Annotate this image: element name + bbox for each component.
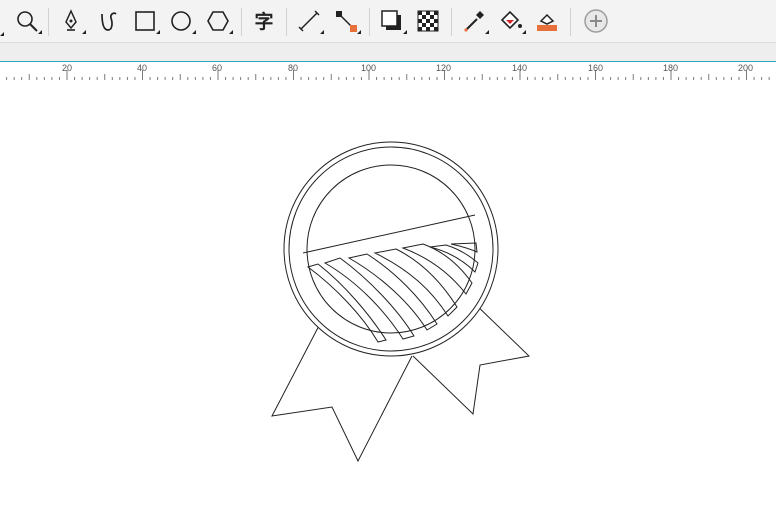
flyout-indicator	[320, 30, 324, 34]
toolbar-separator	[286, 8, 287, 36]
interactive-fill-tool[interactable]	[496, 6, 526, 36]
rectangle-tool[interactable]	[130, 6, 160, 36]
drop-shadow-tool[interactable]	[377, 6, 407, 36]
ruler-ticks	[6, 70, 770, 80]
ruler-label: 40	[137, 63, 148, 73]
dimension-tool[interactable]	[294, 6, 324, 36]
toolbar-separator	[451, 8, 452, 36]
add-tool-button[interactable]	[581, 6, 611, 36]
ruler-label: 180	[663, 63, 679, 73]
drawing-canvas[interactable]	[0, 80, 776, 500]
ruler-label: 100	[361, 63, 377, 73]
eyedropper-tool[interactable]	[459, 6, 489, 36]
flyout-indicator	[403, 30, 407, 34]
ruler-label: 200	[738, 63, 754, 73]
text-tool-glyph: 字	[254, 10, 273, 33]
curve-icon	[101, 12, 117, 31]
toolbox: 字	[0, 0, 776, 43]
connector-tool[interactable]	[331, 6, 361, 36]
ruler-label: 20	[62, 63, 73, 73]
award-badge-icon[interactable]	[0, 80, 776, 500]
flyout-indicator	[192, 30, 196, 34]
ruler-label: 60	[212, 63, 223, 73]
flyout-indicator	[38, 30, 42, 34]
plus-circle-icon	[584, 9, 608, 33]
flyout-indicator	[522, 30, 526, 34]
ruler-label: 160	[588, 63, 604, 73]
toolbar-separator	[369, 8, 370, 36]
zoom-tool[interactable]	[12, 6, 42, 36]
polygon-tool[interactable]	[203, 6, 233, 36]
flyout-indicator	[0, 32, 4, 36]
flyout-indicator	[82, 30, 86, 34]
text-glyph-icon: 字	[254, 10, 273, 33]
artistic-media-tool[interactable]	[94, 6, 124, 36]
flyout-indicator	[485, 30, 489, 34]
ruler-label: 80	[288, 63, 299, 73]
flyout-indicator	[357, 30, 361, 34]
ruler-label: 140	[512, 63, 528, 73]
toolbar-separator	[48, 8, 49, 36]
outer-ring	[283, 141, 499, 357]
pen-tool[interactable]	[56, 6, 86, 36]
horizontal-ruler[interactable]: 20 40 60 80 100 120 140 160 180 200	[0, 61, 776, 81]
ruler-label: 120	[436, 63, 452, 73]
smart-fill-tool[interactable]	[532, 6, 562, 36]
flyout-indicator	[229, 30, 233, 34]
transparency-tool[interactable]	[413, 6, 443, 36]
toolbar-separator	[241, 8, 242, 36]
flyout-indicator	[156, 30, 160, 34]
ellipse-tool[interactable]	[166, 6, 196, 36]
property-bar	[0, 43, 776, 61]
toolbar-separator	[570, 8, 571, 36]
checkerboard-icon	[417, 10, 439, 32]
text-tool[interactable]: 字	[249, 6, 279, 36]
smart-fill-icon	[537, 13, 557, 31]
